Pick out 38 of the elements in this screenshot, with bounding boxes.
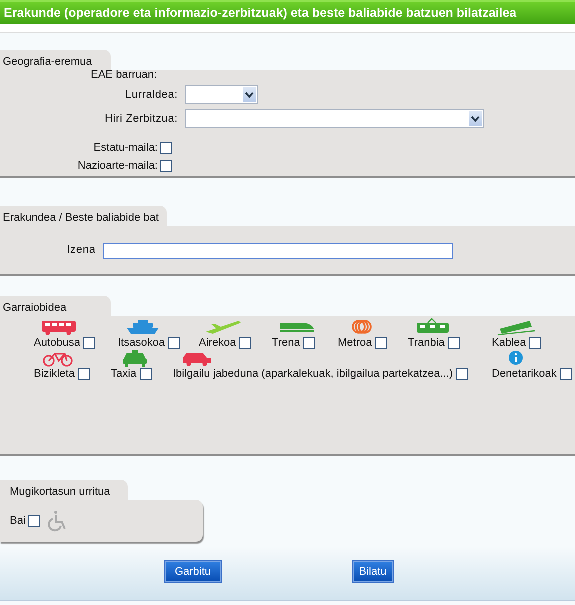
cable-icon [496,318,536,336]
transport-label: Denetarikoak [492,368,558,380]
checkbox-label: Estatu-maila: [94,142,159,154]
transport-label: Itsasokoa [118,337,166,349]
field-label: Lurraldea: [124,88,179,100]
transport-label: Ibilgailu jabeduna (aparkalekuak, ibilgailua partekatzea...) [173,368,454,380]
subtitle: EAE barruan: [91,69,158,81]
checkbox[interactable] [560,368,572,380]
search-button[interactable]: Bilatu [353,561,393,582]
transport-label: Kablea [492,337,528,349]
transport-label: Airekoa [199,337,238,349]
transport-label: Tranbia [408,337,446,349]
field-label: Izena [67,244,96,256]
checkbox[interactable] [529,337,542,349]
checkbox[interactable] [375,337,388,349]
transport-label: Bizikleta [34,368,76,380]
name-field[interactable] [102,243,453,259]
checkbox[interactable] [140,368,152,380]
transport-label: Taxia [111,368,138,380]
checkbox[interactable] [239,337,252,349]
checkbox[interactable] [168,337,180,349]
checkbox[interactable] [160,142,172,154]
checkbox[interactable] [83,337,96,349]
checkbox[interactable] [160,160,172,172]
checkbox[interactable] [303,337,316,349]
checkbox[interactable] [78,368,90,380]
checkbox[interactable] [448,337,460,349]
field-label: Hiri Zerbitzua: [104,112,179,124]
checkbox[interactable] [28,515,40,527]
checkbox[interactable] [456,368,468,380]
page-title: Erakunde (operadore eta informazio-zerbitzuak) eta beste baliabide batzuen bilatzailea [0,0,575,24]
checkbox-label: Bai [10,515,26,527]
clear-button[interactable]: Garbitu [165,561,221,582]
transport-label: Autobusa [34,337,82,349]
wheelchair-icon [48,510,68,532]
transport-label: Metroa [338,337,374,349]
transport-label: Trena [272,337,302,349]
checkbox-label: Nazioarte-maila: [78,160,159,172]
